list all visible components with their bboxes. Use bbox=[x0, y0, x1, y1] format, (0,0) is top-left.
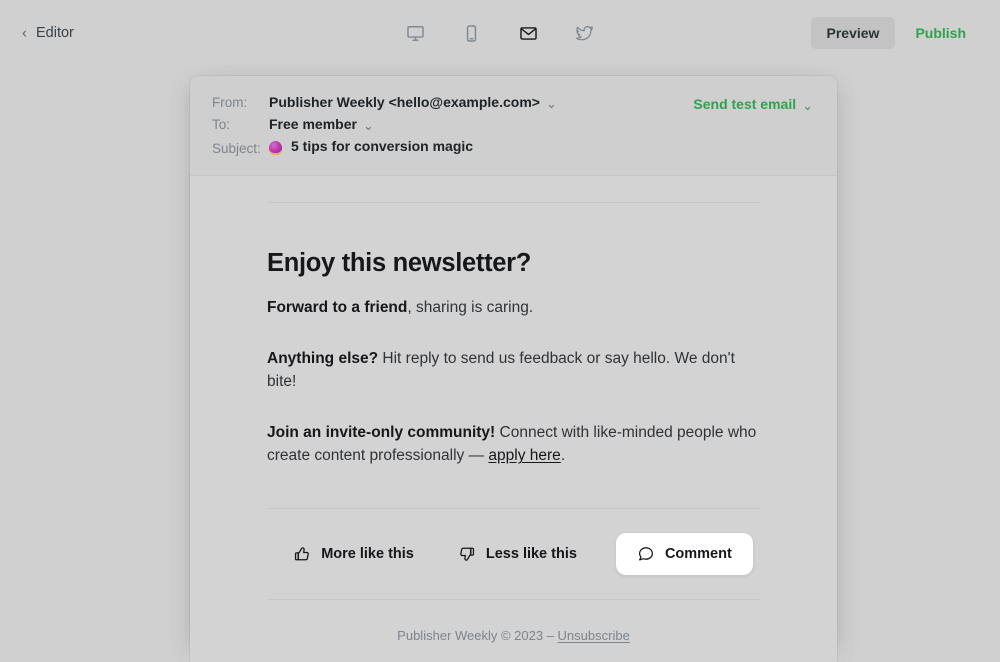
crystal-ball-icon bbox=[269, 141, 282, 155]
back-to-editor-label: Editor bbox=[36, 25, 74, 41]
paragraph-community-bold: Join an invite-only community! bbox=[267, 423, 496, 441]
paragraph-community-end: . bbox=[560, 447, 566, 465]
from-label: From: bbox=[212, 95, 248, 110]
email-view-icon[interactable] bbox=[511, 16, 545, 50]
from-value-text: Publisher Weekly <hello@example.com> bbox=[269, 94, 540, 110]
footer-copyright: Publisher Weekly © 2023 – bbox=[397, 627, 558, 643]
apply-here-link[interactable]: apply here bbox=[488, 447, 560, 464]
subject-value: 5 tips for conversion magic bbox=[269, 138, 474, 155]
paragraph-anything-else: Anything else? Hit reply to send us feed… bbox=[267, 347, 760, 394]
desktop-view-icon[interactable] bbox=[398, 16, 432, 50]
more-like-this-button[interactable]: More like this bbox=[274, 533, 433, 575]
email-meta-header: From: Publisher Weekly <hello@example.co… bbox=[190, 76, 837, 176]
comment-bubble-icon bbox=[638, 546, 653, 561]
to-value-dropdown[interactable]: Free member ⌄ bbox=[269, 116, 374, 132]
comment-label: Comment bbox=[664, 545, 732, 562]
back-to-editor-link[interactable]: ‹ Editor bbox=[22, 25, 74, 41]
subject-value-text: 5 tips for conversion magic bbox=[291, 138, 474, 154]
headline: Enjoy this newsletter? bbox=[267, 249, 532, 277]
less-like-this-label: Less like this bbox=[485, 545, 577, 562]
paragraph-forward-bold: Forward to a friend bbox=[267, 299, 408, 316]
chevron-down-icon: ⌄ bbox=[362, 117, 374, 133]
paragraph-forward: Forward to a friend, sharing is caring. bbox=[267, 296, 760, 320]
chevron-down-icon: ⌄ bbox=[802, 97, 813, 113]
subject-label: Subject: bbox=[212, 141, 261, 156]
to-value-text: Free member bbox=[269, 116, 357, 132]
to-row: To: Free member ⌄ bbox=[212, 116, 813, 138]
chevron-down-icon: ⌄ bbox=[545, 95, 557, 111]
mobile-view-icon[interactable] bbox=[455, 16, 489, 50]
email-footer: Publisher Weekly © 2023 – Unsubscribe bbox=[267, 600, 760, 643]
twitter-view-icon[interactable] bbox=[568, 16, 602, 50]
comment-button[interactable]: Comment bbox=[615, 532, 753, 575]
app-root: ‹ Editor Preview Publish From: Publisher… bbox=[0, 0, 1000, 662]
paragraph-anything-else-bold: Anything else? bbox=[267, 349, 379, 367]
more-like-this-label: More like this bbox=[321, 545, 414, 562]
email-preview-panel: From: Publisher Weekly <hello@example.co… bbox=[190, 76, 837, 662]
email-body: Enjoy this newsletter? Forward to a frie… bbox=[190, 202, 837, 662]
top-bar: ‹ Editor Preview Publish bbox=[0, 0, 1000, 66]
send-test-email-dropdown[interactable]: Send test email ⌄ bbox=[693, 96, 813, 112]
preview-button[interactable]: Preview bbox=[810, 17, 896, 49]
chevron-left-icon: ‹ bbox=[22, 24, 27, 41]
from-value-dropdown[interactable]: Publisher Weekly <hello@example.com> ⌄ bbox=[269, 94, 557, 110]
paragraph-community: Join an invite-only community! Connect w… bbox=[267, 421, 760, 468]
thumbs-up-icon bbox=[295, 546, 310, 561]
paragraph-forward-rest: , sharing is caring. bbox=[407, 299, 534, 316]
top-bar-actions: Preview Publish bbox=[810, 17, 979, 49]
unsubscribe-link[interactable]: Unsubscribe bbox=[558, 628, 630, 643]
send-test-email-label: Send test email bbox=[693, 96, 797, 112]
divider-top bbox=[267, 202, 760, 203]
publish-button[interactable]: Publish bbox=[903, 17, 978, 49]
thumbs-down-icon bbox=[460, 547, 474, 561]
less-like-this-button[interactable]: Less like this bbox=[439, 533, 596, 575]
to-label: To: bbox=[212, 117, 231, 132]
subject-row: Subject: 5 tips for conversion magic bbox=[212, 138, 813, 160]
feedback-button-row: More like this Less like this Comment bbox=[267, 509, 760, 599]
view-switcher bbox=[390, 16, 610, 50]
